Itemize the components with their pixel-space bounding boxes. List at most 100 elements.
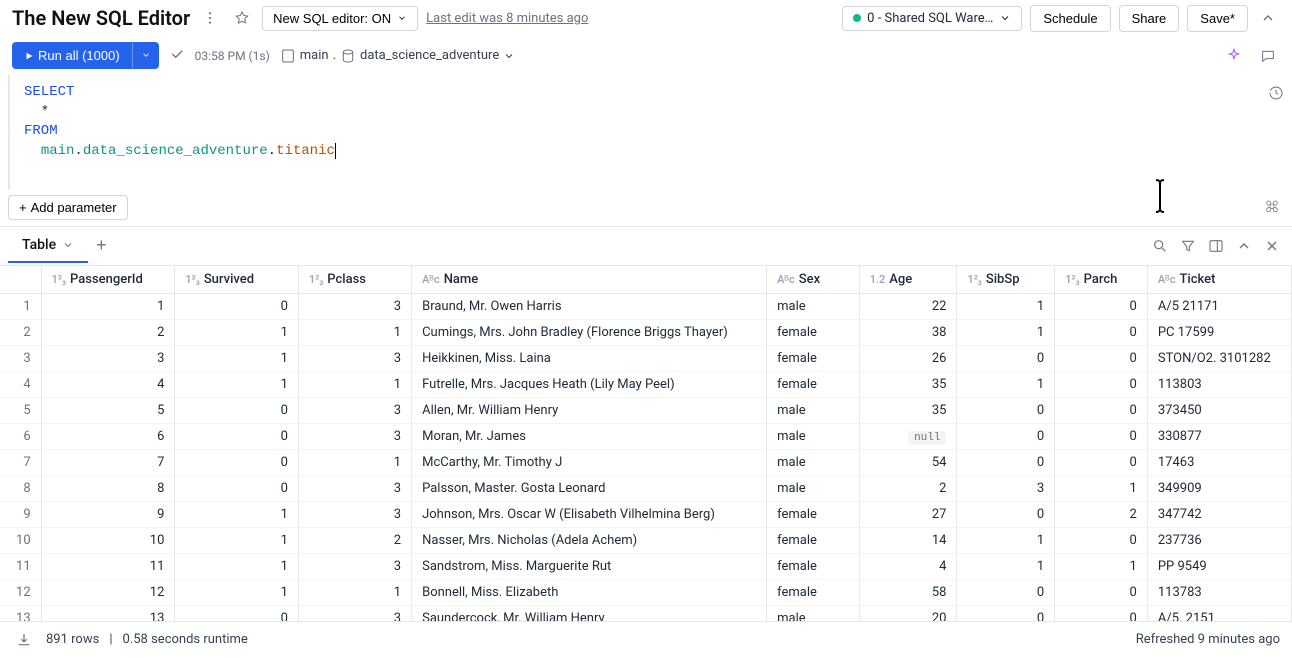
column-header-age[interactable]: 1.2Age [859,266,957,294]
cell-sex: male [767,449,860,475]
table-row[interactable]: 131303Saundercock, Mr. William Henrymale… [0,605,1292,621]
row-index: 8 [0,475,41,501]
filter-results-button[interactable] [1176,234,1200,258]
sparkle-icon [1226,48,1242,64]
cell-sex: female [767,501,860,527]
check-icon [169,46,185,66]
close-results-button[interactable] [1260,234,1284,258]
comments-button[interactable] [1256,44,1280,68]
cell-passengerid: 11 [41,553,175,579]
share-button[interactable]: Share [1119,5,1180,32]
cell-pclass: 1 [298,319,411,345]
assistant-button[interactable] [1222,44,1246,68]
cell-passengerid: 10 [41,527,175,553]
table-row[interactable]: 121211Bonnell, Miss. Elizabethfemale5800… [0,579,1292,605]
row-index: 9 [0,501,41,527]
cell-name: Futrelle, Mrs. Jacques Heath (Lily May P… [412,371,767,397]
table-row[interactable]: 3313Heikkinen, Miss. Lainafemale2600STON… [0,345,1292,371]
cell-passengerid: 2 [41,319,175,345]
cell-passengerid: 7 [41,449,175,475]
sql-editor[interactable]: SELECT * FROM main.data_science_adventur… [8,75,1292,189]
last-edit-link[interactable]: Last edit was 8 minutes ago [426,11,588,26]
cell-survived: 1 [175,319,298,345]
table-row[interactable]: 8803Palsson, Master. Gosta Leonardmale23… [0,475,1292,501]
refreshed-text: Refreshed 9 minutes ago [1136,632,1280,647]
favorite-button[interactable] [230,6,254,30]
close-icon [1264,238,1280,254]
column-header-pclass[interactable]: 1²₃Pclass [298,266,411,294]
column-header-ticket[interactable]: AᴮcTicket [1147,266,1291,294]
warehouse-selector[interactable]: 0 - Shared SQL Ware… [842,6,1022,31]
run-button-group: Run all (1000) [12,42,159,69]
row-index: 1 [0,293,41,319]
row-index: 6 [0,423,41,449]
search-results-button[interactable] [1148,234,1172,258]
new-editor-toggle[interactable]: New SQL editor: ON [262,6,418,31]
cell-ticket: A/5 21171 [1147,293,1291,319]
cell-parch: 0 [1055,293,1148,319]
comment-icon [1260,48,1276,64]
catalog-schema-selector[interactable]: main . data_science_adventure [280,48,515,64]
column-header-sibsp[interactable]: 1²₃SibSp [957,266,1055,294]
more-menu-button[interactable] [198,6,222,30]
cell-name: Nasser, Mrs. Nicholas (Adela Achem) [412,527,767,553]
type-icon: Aᴮc [1158,273,1176,286]
cell-sibsp: 1 [957,527,1055,553]
cell-parch: 0 [1055,449,1148,475]
table-row[interactable]: 111113Sandstrom, Miss. Marguerite Rutfem… [0,553,1292,579]
table-row[interactable]: 9913Johnson, Mrs. Oscar W (Elisabeth Vil… [0,501,1292,527]
add-parameter-button[interactable]: + Add parameter [8,195,128,220]
keyboard-shortcuts-button[interactable] [1260,195,1284,219]
run-label: Run all (1000) [38,48,120,63]
download-results-button[interactable] [12,628,36,652]
save-button[interactable]: Save* [1187,5,1248,32]
runtime-text: 0.58 seconds runtime [123,632,248,647]
column-header-parch[interactable]: 1²₃Parch [1055,266,1148,294]
toggle-label: New SQL editor: ON [273,11,391,26]
cell-ticket: 113803 [1147,371,1291,397]
cell-parch: 0 [1055,345,1148,371]
column-header-sex[interactable]: AᴮcSex [767,266,860,294]
table-row[interactable]: 7701McCarthy, Mr. Timothy Jmale540017463 [0,449,1292,475]
tab-label: Table [22,237,56,253]
run-dropdown-button[interactable] [132,42,159,69]
panel-toggle-button[interactable] [1204,234,1228,258]
type-icon: Aᴮc [422,273,440,286]
results-tab-table[interactable]: Table [8,229,88,263]
chevron-down-icon [503,50,515,62]
cell-name: Bonnell, Miss. Elizabeth [412,579,767,605]
cell-pclass: 3 [298,397,411,423]
collapse-results-button[interactable] [1232,234,1256,258]
schedule-button[interactable]: Schedule [1030,5,1110,32]
cell-age: 35 [859,371,957,397]
column-header-name[interactable]: AᴮcName [412,266,767,294]
cell-parch: 0 [1055,527,1148,553]
row-index: 2 [0,319,41,345]
results-table-container[interactable]: 1²₃PassengerId1²₃Survived1²₃PclassAᴮcNam… [0,266,1292,621]
cell-parch: 2 [1055,501,1148,527]
column-header-passengerid[interactable]: 1²₃PassengerId [41,266,175,294]
cell-ticket: A/5. 2151 [1147,605,1291,621]
cell-passengerid: 8 [41,475,175,501]
cell-passengerid: 4 [41,371,175,397]
history-icon [1268,85,1284,101]
table-row[interactable]: 4411Futrelle, Mrs. Jacques Heath (Lily M… [0,371,1292,397]
star-icon [234,10,250,26]
add-tab-button[interactable]: + [92,231,111,260]
catalog-icon [280,48,296,64]
table-row[interactable]: 5503Allen, Mr. William Henrymale35003734… [0,397,1292,423]
table-row[interactable]: 1103Braund, Mr. Owen Harrismale2210A/5 2… [0,293,1292,319]
plus-icon: + [19,200,27,215]
column-header-survived[interactable]: 1²₃Survived [175,266,298,294]
cell-survived: 0 [175,397,298,423]
table-row[interactable]: 2211Cumings, Mrs. John Bradley (Florence… [0,319,1292,345]
table-row[interactable]: 6603Moran, Mr. Jamesmalenull00330877 [0,423,1292,449]
history-button[interactable] [1264,81,1288,105]
download-icon [16,632,32,648]
cell-passengerid: 3 [41,345,175,371]
collapse-header-button[interactable] [1256,6,1280,30]
run-all-button[interactable]: Run all (1000) [12,42,132,69]
table-row[interactable]: 101012Nasser, Mrs. Nicholas (Adela Achem… [0,527,1292,553]
cell-parch: 0 [1055,319,1148,345]
cell-pclass: 1 [298,449,411,475]
